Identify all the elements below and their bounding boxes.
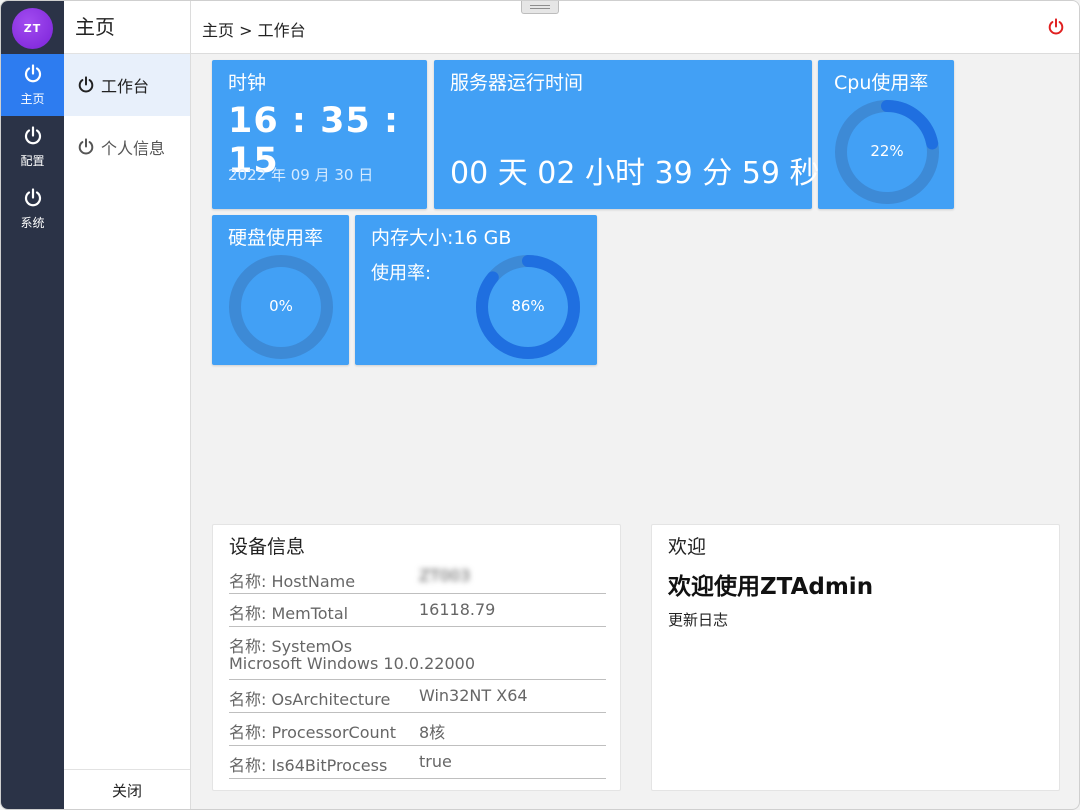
memory-tile: 内存大小:16 GB 使用率: 86%: [355, 215, 597, 365]
logout-power-icon[interactable]: [1047, 18, 1065, 36]
info-value: Win32NT X64: [419, 686, 528, 705]
uptime-title: 服务器运行时间: [450, 72, 584, 94]
info-key: 名称: HostName: [229, 572, 356, 591]
submenu-item-workbench[interactable]: 工作台: [64, 54, 190, 116]
info-value: 16118.79: [419, 600, 496, 619]
logo-text: ZT: [23, 22, 42, 35]
power-icon: [24, 125, 41, 144]
welcome-card: 欢迎 欢迎使用ZTAdmin 更新日志: [651, 524, 1060, 791]
rail-item-label: 主页: [20, 91, 45, 106]
app-window: ZT 主页 配置 系统 主页 工作台 个人信息 关闭 主页 > 工作台 时钟 1…: [0, 0, 1080, 810]
info-row-processorcount: 名称: ProcessorCount 8核: [229, 714, 606, 746]
info-key: 名称: OsArchitecture: [229, 690, 391, 709]
info-key: 名称: MemTotal: [229, 604, 349, 623]
info-value: 8核: [419, 723, 446, 742]
submenu-title: 主页: [64, 1, 190, 54]
top-bar: 主页 > 工作台: [191, 1, 1079, 54]
power-icon: [78, 138, 94, 155]
rail-item-system[interactable]: 系统: [1, 178, 64, 240]
info-row-osarch: 名称: OsArchitecture Win32NT X64: [229, 681, 606, 713]
secondary-menu: 主页 工作台 个人信息 关闭: [64, 1, 191, 809]
submenu-item-label: 个人信息: [101, 139, 166, 158]
submenu-item-profile[interactable]: 个人信息: [64, 116, 190, 178]
info-key: 名称: ProcessorCount: [229, 723, 397, 742]
close-button[interactable]: 关闭: [64, 769, 190, 809]
cpu-title: Cpu使用率: [834, 72, 929, 94]
power-icon: [78, 76, 94, 93]
disk-title: 硬盘使用率: [228, 227, 324, 249]
cpu-percent-label: 22%: [870, 142, 904, 160]
rail-item-home[interactable]: 主页: [1, 54, 64, 116]
clock-title: 时钟: [228, 72, 267, 94]
clock-tile: 时钟 16 : 35 : 15 2022 年 09 月 30 日: [212, 60, 427, 209]
rail-item-label: 系统: [20, 215, 45, 230]
memory-gauge: 86%: [474, 253, 582, 361]
left-nav-rail: ZT 主页 配置 系统: [1, 1, 64, 809]
submenu-item-label: 工作台: [101, 77, 150, 96]
disk-tile: 硬盘使用率 0%: [212, 215, 349, 365]
welcome-title: 欢迎: [668, 536, 707, 558]
memory-percent-label: 86%: [511, 297, 545, 315]
info-row-is64bit: 名称: Is64BitProcess true: [229, 747, 606, 779]
breadcrumb: 主页 > 工作台: [202, 21, 306, 40]
info-key: 名称: Is64BitProcess: [229, 756, 388, 775]
info-value-redacted: ZT003: [419, 566, 471, 585]
info-value: Microsoft Windows 10.0.22000: [229, 654, 476, 673]
cpu-gauge: 22%: [833, 98, 941, 206]
rail-item-label: 配置: [20, 153, 45, 168]
clock-date: 2022 年 09 月 30 日: [228, 166, 374, 184]
window-drag-handle[interactable]: [521, 1, 559, 14]
rail-item-config[interactable]: 配置: [1, 116, 64, 178]
uptime-tile: 服务器运行时间 00 天 02 小时 39 分 59 秒: [434, 60, 819, 209]
memory-title: 内存大小:16 GB: [371, 227, 512, 249]
info-value: true: [419, 752, 452, 771]
changelog-link[interactable]: 更新日志: [668, 609, 728, 630]
app-logo: ZT: [12, 8, 53, 49]
disk-gauge: 0%: [227, 253, 335, 361]
power-icon: [24, 187, 41, 206]
disk-percent-label: 0%: [269, 297, 293, 315]
uptime-value: 00 天 02 小时 39 分 59 秒: [450, 156, 820, 191]
device-info-title: 设备信息: [229, 536, 306, 558]
device-info-card: 设备信息 名称: HostName ZT003 名称: MemTotal 161…: [212, 524, 621, 791]
power-icon: [24, 63, 41, 82]
info-row-hostname: 名称: HostName ZT003: [229, 565, 606, 594]
welcome-headline: 欢迎使用ZTAdmin: [668, 574, 874, 600]
info-row-memtotal: 名称: MemTotal 16118.79: [229, 595, 606, 627]
cpu-tile: Cpu使用率 22%: [818, 60, 954, 209]
info-row-systemos: 名称: SystemOs Microsoft Windows 10.0.2200…: [229, 628, 606, 680]
memory-usage-label: 使用率:: [371, 263, 432, 284]
